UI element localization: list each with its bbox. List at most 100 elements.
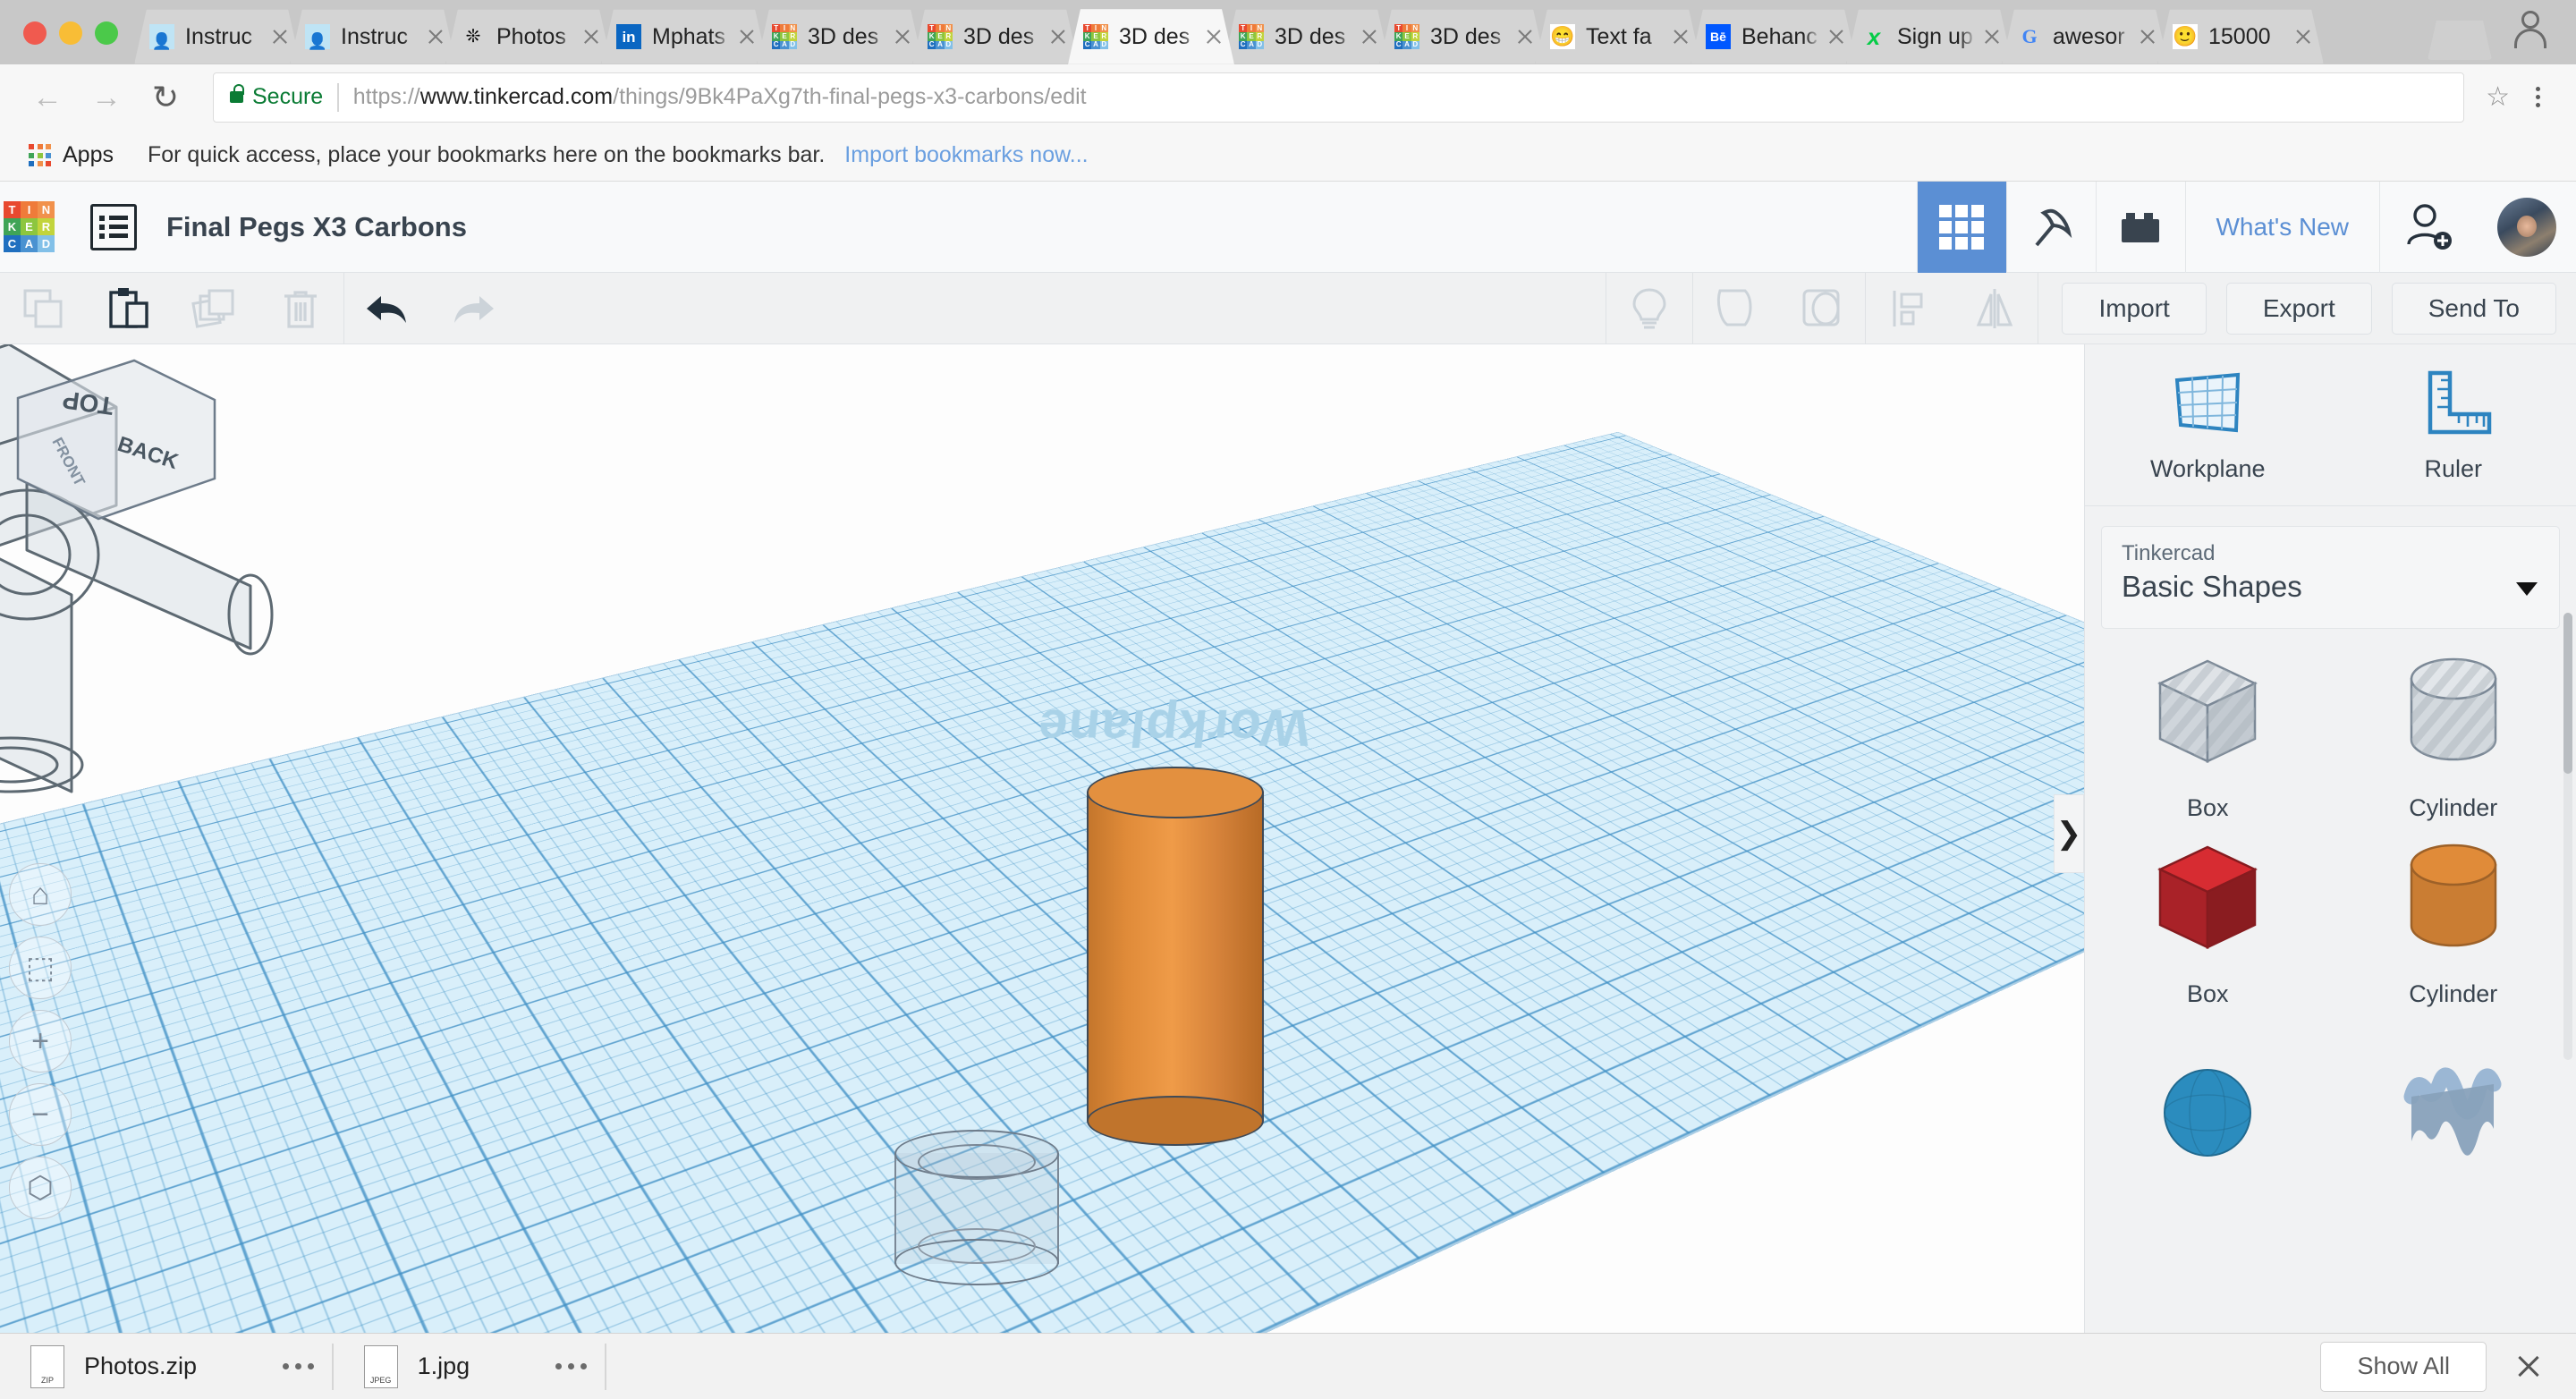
bookmarks-hint: For quick access, place your bookmarks h… xyxy=(147,142,826,167)
browser-tab[interactable]: 👤 Instruc xyxy=(134,9,301,64)
ruler-tool-label: Ruler xyxy=(2424,454,2483,482)
download-menu-button[interactable] xyxy=(555,1363,588,1369)
bookmark-star-icon[interactable]: ☆ xyxy=(2486,81,2510,113)
close-tab-button[interactable] xyxy=(1358,25,1381,48)
reload-button[interactable]: ↻ xyxy=(141,73,190,122)
grey-wireframe-cylinder[interactable] xyxy=(894,1130,1059,1286)
copy-button[interactable] xyxy=(0,273,86,344)
show-all-downloads-button[interactable]: Show All xyxy=(2320,1341,2487,1392)
close-tab-button[interactable] xyxy=(1513,25,1537,48)
blocks-brick-button[interactable] xyxy=(2095,181,2185,273)
download-menu-button[interactable] xyxy=(283,1363,315,1369)
group-button[interactable] xyxy=(1693,273,1779,344)
tab-title: 15000 xyxy=(2208,23,2271,49)
send-to-button[interactable]: Send To xyxy=(2391,282,2556,335)
light-button[interactable] xyxy=(1606,273,1692,344)
align-button[interactable] xyxy=(1866,273,1952,344)
forward-button[interactable]: → xyxy=(82,73,131,122)
mirror-icon xyxy=(1977,288,2013,328)
close-download-bar-button[interactable] xyxy=(2513,1352,2544,1382)
browser-tab[interactable]: T I N K E R C A D 3D des xyxy=(757,9,923,64)
close-tab-button[interactable] xyxy=(1825,25,1848,48)
close-tab-button[interactable] xyxy=(580,25,603,48)
close-tab-button[interactable] xyxy=(2292,25,2315,48)
orange-cylinder[interactable] xyxy=(1047,767,1316,1164)
ungroup-shapes-icon xyxy=(1802,289,1840,326)
shape-item[interactable] xyxy=(2085,1024,2331,1194)
user-avatar-button[interactable] xyxy=(2478,182,2576,273)
address-bar[interactable]: Secure https://www.tinkercad.com/things/… xyxy=(213,72,2465,123)
3d-viewport[interactable]: Workplane TOP BACK FRONT ⌂ ⬚ + − ⬡ xyxy=(0,344,2084,1333)
import-button[interactable]: Import xyxy=(2062,282,2207,335)
ruler-tool[interactable]: Ruler xyxy=(2331,344,2576,505)
apps-grid-icon[interactable] xyxy=(29,144,51,166)
zoom-out-button[interactable]: − xyxy=(9,1083,72,1146)
delete-button[interactable] xyxy=(258,273,343,344)
browser-tab[interactable]: T I N K E R C A D 3D des xyxy=(1068,9,1234,64)
maximize-window-button[interactable] xyxy=(95,21,118,45)
close-tab-button[interactable] xyxy=(268,25,292,48)
minimize-window-button[interactable] xyxy=(59,21,82,45)
orthographic-toggle-button[interactable]: ⬡ xyxy=(9,1157,72,1219)
close-tab-button[interactable] xyxy=(2136,25,2159,48)
browser-tab[interactable]: T I N K E R C A D 3D des xyxy=(912,9,1079,64)
undo-button[interactable] xyxy=(344,273,430,344)
whats-new-link[interactable]: What's New xyxy=(2184,181,2380,273)
view-navigation-cube[interactable]: TOP BACK FRONT xyxy=(0,344,358,720)
apps-label[interactable]: Apps xyxy=(63,142,114,168)
download-item[interactable]: ZIP Photos.zip xyxy=(0,1334,332,1399)
redo-button[interactable] xyxy=(430,273,516,344)
chrome-menu-button[interactable] xyxy=(2522,87,2553,107)
browser-tab[interactable]: ❊ Photos xyxy=(445,9,612,64)
back-button[interactable]: ← xyxy=(23,73,72,122)
profile-button[interactable] xyxy=(2492,9,2576,64)
close-tab-button[interactable] xyxy=(1669,25,1692,48)
ungroup-button[interactable] xyxy=(1779,273,1865,344)
browser-tab[interactable]: Gawesor xyxy=(2002,9,2168,64)
close-tab-button[interactable] xyxy=(1980,25,2004,48)
browser-tab[interactable]: in Mphats xyxy=(601,9,767,64)
download-item[interactable]: JPEG 1.jpg xyxy=(334,1334,606,1399)
close-tab-button[interactable] xyxy=(1202,25,1225,48)
add-user-button[interactable] xyxy=(2379,181,2478,273)
project-list-button[interactable] xyxy=(90,203,137,250)
shape-item[interactable]: Box xyxy=(2085,838,2331,1008)
shape-item[interactable] xyxy=(2331,1024,2576,1194)
import-bookmarks-link[interactable]: Import bookmarks now... xyxy=(844,142,1088,168)
browser-tab[interactable]: Bē Behanc xyxy=(1690,9,1857,64)
tab-title: Text fa xyxy=(1586,23,1652,49)
duplicate-button[interactable] xyxy=(172,273,258,344)
workplane-tool[interactable]: Workplane xyxy=(2085,344,2331,505)
browser-tab[interactable]: x Sign up xyxy=(1846,9,2012,64)
new-tab-button[interactable] xyxy=(2428,21,2492,60)
browser-tab[interactable]: 😁 Text fa xyxy=(1535,9,1701,64)
home-view-button[interactable]: ⌂ xyxy=(9,863,72,926)
close-tab-button[interactable] xyxy=(735,25,758,48)
shape-library-select[interactable]: Tinkercad Basic Shapes xyxy=(2101,526,2560,629)
panel-scrollbar-thumb[interactable] xyxy=(2563,613,2572,774)
zoom-in-button[interactable]: + xyxy=(9,1010,72,1073)
fit-view-button[interactable]: ⬚ xyxy=(9,937,72,999)
tab-title: awesor xyxy=(2053,23,2125,49)
grid-view-button[interactable] xyxy=(1916,181,2006,273)
export-button[interactable]: Export xyxy=(2225,282,2372,335)
browser-tab[interactable]: 🙂 15000 xyxy=(2157,9,2324,64)
browser-tab[interactable]: T I N K E R C A D 3D des xyxy=(1224,9,1390,64)
brick-icon xyxy=(2122,212,2159,242)
close-window-button[interactable] xyxy=(23,21,47,45)
panel-collapse-button[interactable]: ❯ xyxy=(2054,794,2084,873)
browser-tab[interactable]: T I N K E R C A D 3D des xyxy=(1379,9,1546,64)
solid-cylinder-icon xyxy=(2386,829,2521,968)
paste-button[interactable] xyxy=(86,273,172,344)
shape-item[interactable]: Cylinder xyxy=(2331,652,2576,822)
tinkercad-logo[interactable]: TINKERCAD xyxy=(4,201,55,252)
close-tab-button[interactable] xyxy=(891,25,914,48)
mirror-button[interactable] xyxy=(1952,273,2038,344)
minecraft-pickaxe-button[interactable] xyxy=(2005,181,2096,273)
shape-item[interactable]: Cylinder xyxy=(2331,838,2576,1008)
browser-tab[interactable]: 👤 Instruc xyxy=(290,9,456,64)
close-tab-button[interactable] xyxy=(424,25,447,48)
shape-item[interactable]: Box xyxy=(2085,652,2331,822)
undo-arrow-icon xyxy=(367,295,406,323)
close-tab-button[interactable] xyxy=(1046,25,1070,48)
